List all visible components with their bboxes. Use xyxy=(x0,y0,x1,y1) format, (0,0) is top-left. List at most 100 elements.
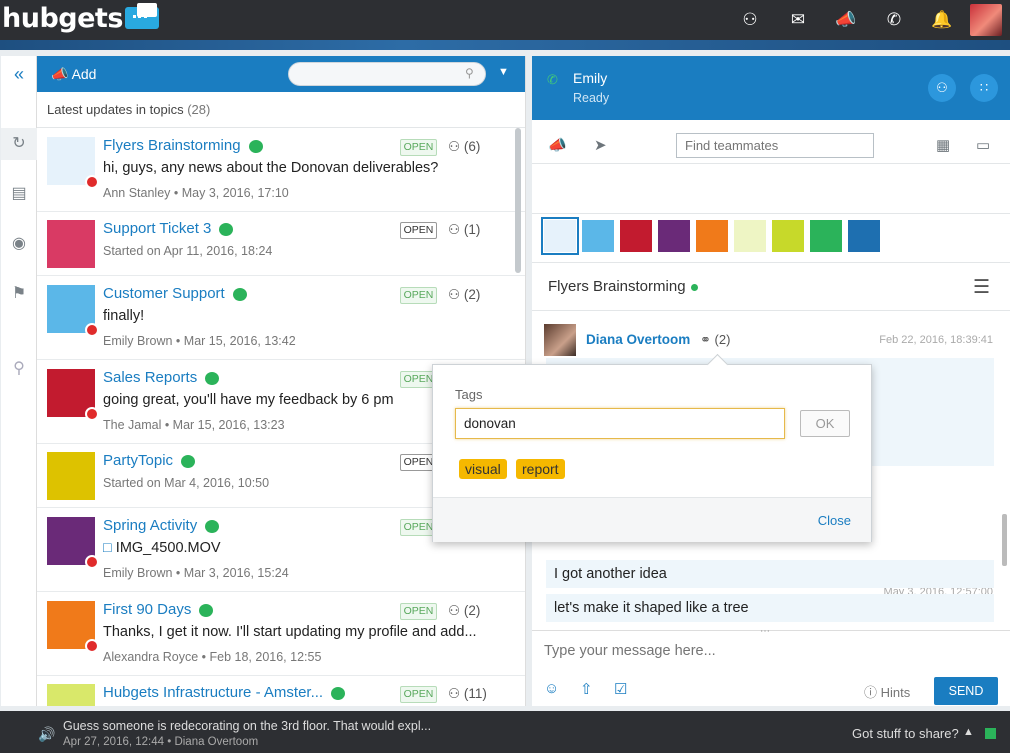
topic-strip-thumbnail[interactable] xyxy=(620,220,652,252)
megaphone-icon[interactable]: 📣 xyxy=(822,0,870,40)
topic-title[interactable]: Flyers Brainstorming xyxy=(103,137,263,154)
chat-scrollbar[interactable] xyxy=(1002,514,1007,566)
online-dot xyxy=(690,283,698,291)
chat-bubble-icon xyxy=(205,519,220,533)
topic-strip-thumbnail[interactable] xyxy=(734,220,766,252)
presence-indicator[interactable] xyxy=(985,728,996,739)
topic-thumbnail[interactable] xyxy=(47,285,99,337)
add-people-icon[interactable]: ⚇ xyxy=(928,74,956,102)
topic-row[interactable]: Support Ticket 3 Started on Apr 11, 2016,… xyxy=(37,212,525,276)
members-icon: ⚇ xyxy=(448,287,461,302)
topic-title[interactable]: Sales Reports xyxy=(103,369,220,386)
topic-row[interactable]: Flyers Brainstorming hi, guys, any news a… xyxy=(37,128,525,212)
eye-icon[interactable]: ◉ xyxy=(1,233,37,253)
topic-title[interactable]: Hubgets Infrastructure - Amster... xyxy=(103,684,346,701)
message-author[interactable]: Diana Overtoom xyxy=(586,332,690,347)
tags-input[interactable] xyxy=(455,408,785,439)
topic-title[interactable]: Spring Activity xyxy=(103,517,220,534)
find-teammates-input[interactable] xyxy=(676,133,874,158)
bell-icon[interactable]: 🔔 xyxy=(918,0,966,40)
grid-view-icon[interactable]: ▦ xyxy=(936,136,950,154)
topic-strip-thumbnail[interactable] xyxy=(848,220,880,252)
left-nav: « ↻ ▤ ◉ ⚑ ⚲ xyxy=(1,56,37,706)
topic-row[interactable]: Customer Support finally! Emily Brown • Ma… xyxy=(37,276,525,360)
user-avatar[interactable] xyxy=(970,4,1002,36)
news-icon[interactable]: ▤ xyxy=(1,183,37,203)
send-button[interactable]: SEND xyxy=(934,677,998,705)
tag-chip[interactable]: report xyxy=(516,459,565,479)
chat-bubble-icon xyxy=(181,454,196,468)
chat-bubble-icon xyxy=(199,603,214,617)
add-topic-button[interactable]: 📣 Add xyxy=(51,66,96,83)
hamburger-menu-icon[interactable]: ☰ xyxy=(973,276,990,299)
active-topic-title[interactable]: Flyers Brainstorming xyxy=(548,278,698,295)
resize-handle-icon[interactable]: ⋯ xyxy=(760,626,771,637)
emoji-icon[interactable]: ☺ xyxy=(544,680,559,697)
ok-button[interactable]: OK xyxy=(800,410,850,437)
chevron-down-icon[interactable]: ▼ xyxy=(498,66,509,78)
topic-title-text: Support Ticket 3 xyxy=(103,220,212,237)
topic-strip-thumbnail[interactable] xyxy=(810,220,842,252)
blocked-icon xyxy=(85,639,99,653)
upload-icon[interactable]: ⇧ xyxy=(580,680,593,698)
topic-thumbnail[interactable] xyxy=(47,601,99,653)
latest-shout-text[interactable]: Guess someone is redecorating on the 3rd… xyxy=(63,719,431,733)
topic-row[interactable]: First 90 Days Thanks, I get it now. I'll … xyxy=(37,592,525,676)
member-count[interactable]: ⚇ (6) xyxy=(448,139,480,155)
topic-title[interactable]: PartyTopic xyxy=(103,452,196,469)
sync-icon[interactable]: ↻ xyxy=(1,128,37,160)
tag-chip[interactable]: visual xyxy=(459,459,507,479)
topic-strip-thumbnail[interactable] xyxy=(696,220,728,252)
topic-title-text: Hubgets Infrastructure - Amster... xyxy=(103,684,324,701)
topic-last-message: Thanks, I get it now. I'll start updatin… xyxy=(103,624,477,640)
topic-thumbnail[interactable] xyxy=(47,137,99,189)
caret-up-icon[interactable]: ▲ xyxy=(963,726,974,738)
hubgets-logo[interactable]: hubgets xyxy=(2,3,159,34)
logo-text: hubgets xyxy=(2,3,123,34)
topic-title[interactable]: First 90 Days xyxy=(103,601,214,618)
topic-title[interactable]: Support Ticket 3 xyxy=(103,220,234,237)
topic-thumbnail[interactable] xyxy=(47,684,95,706)
topic-strip-thumbnail[interactable] xyxy=(658,220,690,252)
flag-icon[interactable]: ⚑ xyxy=(1,283,37,303)
message-input[interactable] xyxy=(544,643,984,659)
topic-thumbnail[interactable] xyxy=(47,517,99,569)
chat-icon[interactable]: ✉ xyxy=(774,0,822,40)
topic-thumbnail[interactable] xyxy=(47,220,95,268)
topic-title[interactable]: Customer Support xyxy=(103,285,247,302)
megaphone-icon[interactable]: 📣 xyxy=(548,136,567,154)
grid-menu-icon[interactable]: ∷ xyxy=(970,74,998,102)
people-icon[interactable]: ⚇ xyxy=(726,0,774,40)
collapse-icon[interactable]: « xyxy=(1,64,37,85)
send-plane-icon[interactable]: ➤ xyxy=(594,136,607,154)
share-prompt[interactable]: Got stuff to share? xyxy=(852,726,959,741)
latest-label: Latest updates in topics xyxy=(47,102,184,117)
topic-thumbnail[interactable] xyxy=(47,452,95,500)
topics-search-input[interactable] xyxy=(288,62,486,86)
member-count[interactable]: ⚇ (11) xyxy=(448,686,487,702)
search-icon[interactable]: ⚲ xyxy=(1,358,37,378)
speaker-icon[interactable]: 🔊 xyxy=(38,726,55,743)
author-avatar[interactable] xyxy=(544,324,576,356)
file-icon: □ xyxy=(103,540,112,556)
topics-scrollbar[interactable] xyxy=(515,128,521,273)
contact-name[interactable]: Emily xyxy=(573,70,607,86)
topic-strip-thumbnail[interactable] xyxy=(541,217,579,255)
close-button[interactable]: Close xyxy=(818,513,851,528)
topic-strip-thumbnail[interactable] xyxy=(582,220,614,252)
topic-row[interactable]: Hubgets Infrastructure - Amster... OPEN ⚇ … xyxy=(37,676,525,706)
message-tags[interactable]: ⚭ (2) xyxy=(700,332,730,348)
topic-thumbnail[interactable] xyxy=(47,369,99,421)
call-icon[interactable]: ✆ xyxy=(870,0,918,40)
member-count[interactable]: ⚇ (2) xyxy=(448,603,480,619)
checkbox-icon[interactable]: ☑ xyxy=(614,680,627,698)
comment-icon[interactable]: ▭ xyxy=(976,136,990,154)
latest-updates-heading: Latest updates in topics (28) xyxy=(37,92,525,128)
topic-strip-thumbnail[interactable] xyxy=(772,220,804,252)
member-count[interactable]: ⚇ (2) xyxy=(448,287,480,303)
chat-line: let's make it shaped like a tree xyxy=(554,600,749,616)
hints-button[interactable]: ⓘ Hints xyxy=(864,682,910,701)
member-count[interactable]: ⚇ (1) xyxy=(448,222,480,238)
topic-meta: Ann Stanley • May 3, 2016, 17:10 xyxy=(103,186,289,200)
status-badge: OPEN xyxy=(400,603,437,620)
